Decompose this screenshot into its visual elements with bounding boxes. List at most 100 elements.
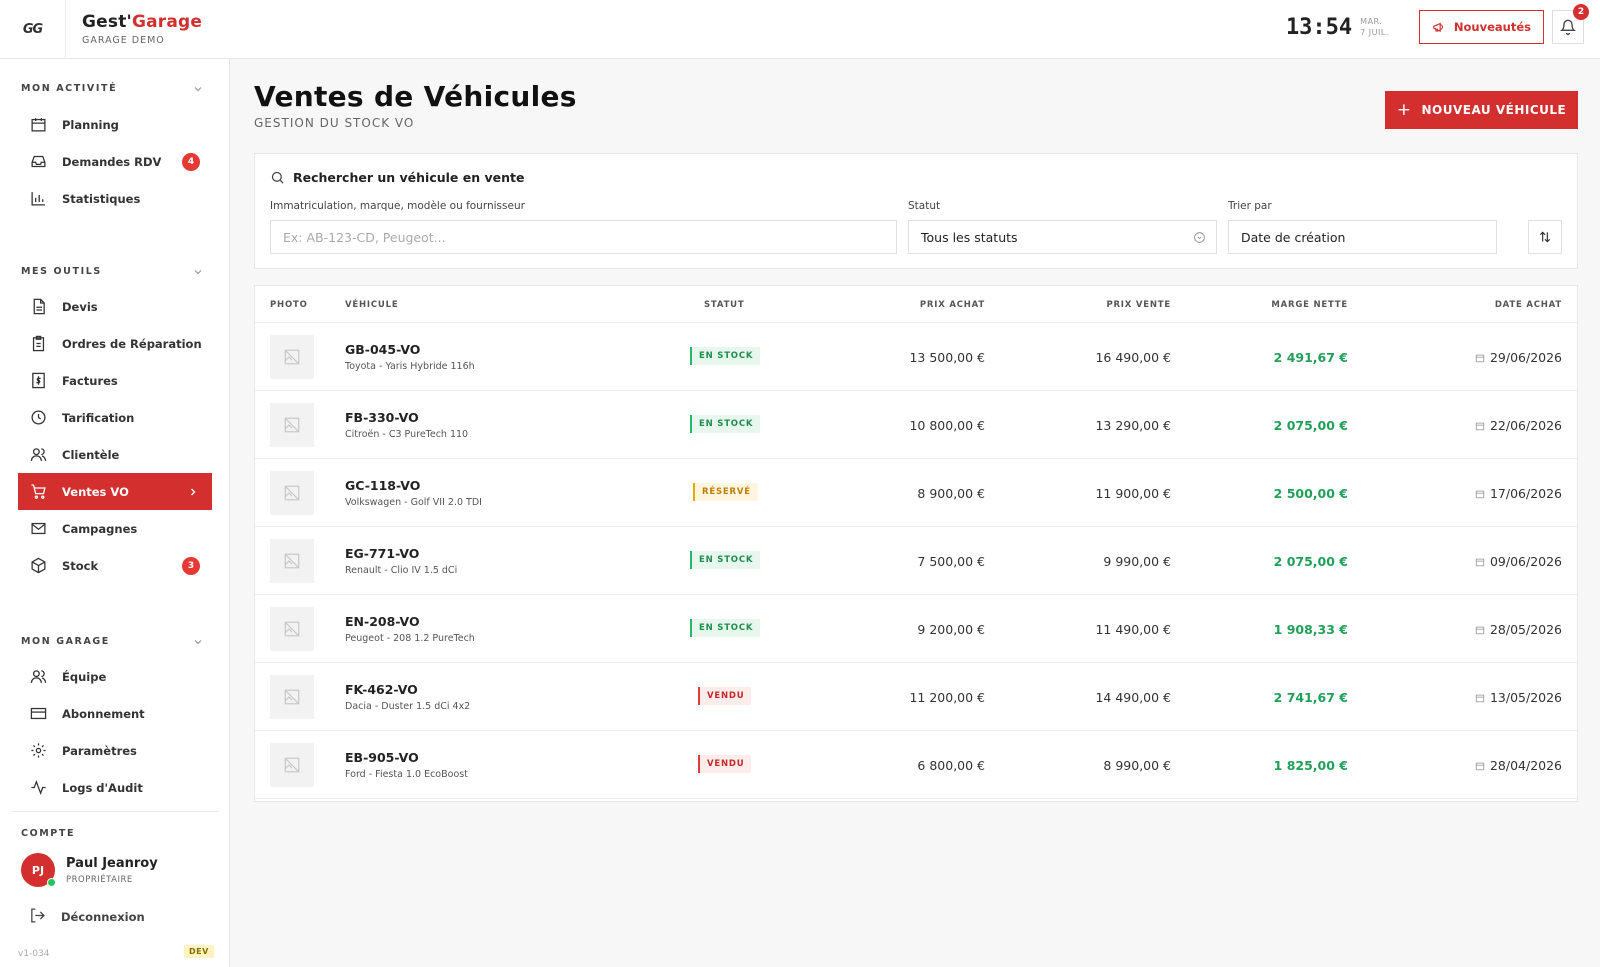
news-button-label: Nouveautés (1453, 20, 1531, 34)
sidebar-item-statistiques[interactable]: Statistiques (18, 180, 212, 217)
sidebar-item-campagnes[interactable]: Campagnes (18, 510, 212, 547)
net-margin: 2 500,00 € (1273, 486, 1348, 501)
table-row[interactable]: EB-905-VO Ford - Fiesta 1.0 EcoBoost VENDU… (255, 731, 1577, 799)
news-button[interactable]: Nouveautés (1418, 10, 1544, 44)
table-row[interactable]: EN-208-VO Peugeot - 208 1.2 PureTech EN ST… (255, 595, 1577, 663)
column-header-vehicle[interactable]: VÉHICULE (345, 300, 398, 310)
logout-button[interactable]: Déconnexion (29, 907, 145, 927)
search-panel: Rechercher un véhicule en vente Immatric… (254, 153, 1578, 269)
clipboard-icon (29, 335, 47, 353)
image-placeholder-icon (284, 757, 300, 773)
sidebar-item-factures[interactable]: Factures (18, 362, 212, 399)
vehicle-plate[interactable]: FK-462-VO (345, 682, 418, 697)
sidebar-item-stock[interactable]: Stock 3 (18, 547, 212, 584)
sidebar-item-equipe[interactable]: Équipe (18, 658, 212, 695)
plus-icon: + (1396, 100, 1412, 120)
sidebar-item-planning[interactable]: Planning (18, 106, 212, 143)
page-subtitle: GESTION DU STOCK VO (254, 116, 415, 130)
sidebar-item-label: Ordres de Réparation (62, 336, 202, 351)
purchase-date: 28/05/2026 (1475, 622, 1562, 637)
net-margin: 2 075,00 € (1273, 554, 1348, 569)
image-placeholder-icon (284, 349, 300, 365)
vehicle-plate[interactable]: EG-771-VO (345, 546, 419, 561)
sort-select[interactable]: Date de création (1228, 220, 1497, 254)
section-title-tools: MES OUTILS (21, 266, 102, 277)
chevron-down-icon[interactable] (193, 84, 203, 94)
purchase-date: 22/06/2026 (1475, 418, 1562, 433)
sell-price: 9 990,00 € (1103, 554, 1171, 569)
notifications-button[interactable]: 2 (1552, 4, 1589, 44)
sidebar-item-ventes-vo[interactable]: Ventes VO (18, 473, 212, 510)
sidebar-item-logs[interactable]: Logs d'Audit (18, 769, 212, 806)
vehicle-photo[interactable] (270, 743, 314, 787)
vehicle-photo[interactable] (270, 335, 314, 379)
vehicle-photo[interactable] (270, 675, 314, 719)
sidebar-item-parametres[interactable]: Paramètres (18, 732, 212, 769)
table-row[interactable]: FB-330-VO Citroën - C3 PureTech 110 EN STO… (255, 391, 1577, 459)
sidebar-item-label: Tarification (62, 410, 135, 425)
date-label: 7 JUIL. (1360, 28, 1389, 37)
table-row[interactable]: FK-462-VO Dacia - Duster 1.5 dCi 4x2 VENDU… (255, 663, 1577, 731)
purchase-date-value: 22/06/2026 (1489, 418, 1562, 433)
buy-price: 8 900,00 € (917, 486, 985, 501)
sidebar-item-clientele[interactable]: Clientèle (18, 436, 212, 473)
purchase-date-value: 28/04/2026 (1489, 758, 1562, 773)
sidebar-item-label: Campagnes (62, 521, 138, 536)
column-header-margin[interactable]: MARGE NETTE (1271, 300, 1348, 310)
search-heading: Rechercher un véhicule en vente (270, 170, 524, 185)
sidebar-item-label: Planning (62, 117, 119, 132)
sidebar-item-label: Devis (62, 299, 98, 314)
sidebar-item-devis[interactable]: Devis (18, 288, 212, 325)
sort-direction-button[interactable] (1528, 220, 1562, 254)
status-select[interactable]: Tous les statuts (908, 220, 1217, 254)
table-row[interactable]: EG-771-VO Renault - Clio IV 1.5 dCi EN STO… (255, 527, 1577, 595)
table-row[interactable]: GC-118-VO Volkswagen - Golf VII 2.0 TDI RÉ… (255, 459, 1577, 527)
vehicle-plate[interactable]: EN-208-VO (345, 614, 420, 629)
avatar[interactable]: PJ (21, 853, 56, 887)
logo[interactable]: GG (0, 0, 66, 59)
vehicle-photo[interactable] (270, 403, 314, 447)
users-icon (29, 668, 47, 686)
garage-name: GARAGE DEMO (82, 35, 165, 46)
top-bar: GG Gest'Garage GARAGE DEMO 13:54 MAR. 7 … (0, 0, 1600, 59)
dollar-icon (29, 372, 47, 390)
column-header-buy-price[interactable]: PRIX ACHAT (920, 300, 985, 310)
column-header-sell-price[interactable]: PRIX VENTE (1106, 300, 1171, 310)
column-header-status[interactable]: STATUT (704, 300, 744, 310)
vehicle-photo[interactable] (270, 539, 314, 583)
day-label: MAR. (1360, 17, 1383, 26)
sidebar-item-ordres[interactable]: Ordres de Réparation (18, 325, 212, 362)
buy-price: 10 800,00 € (909, 418, 985, 433)
calendar-icon (1475, 626, 1485, 634)
chevron-down-icon[interactable] (193, 637, 203, 647)
sidebar-item-label: Abonnement (62, 706, 145, 721)
vehicle-plate[interactable]: EB-905-VO (345, 750, 419, 765)
sort-label: Trier par (1228, 200, 1272, 212)
status-badge: EN STOCK (690, 619, 761, 637)
status-badge: VENDU (698, 687, 752, 705)
card-icon (29, 705, 47, 723)
table-row[interactable]: GB-045-VO Toyota - Yaris Hybride 116h EN S… (255, 323, 1577, 391)
vehicle-photo[interactable] (270, 471, 314, 515)
page-title: Ventes de Véhicules (254, 80, 577, 113)
calendar-icon (29, 116, 47, 134)
sidebar-item-tarification[interactable]: Tarification (18, 399, 212, 436)
column-header-date[interactable]: DATE ACHAT (1495, 300, 1562, 310)
user-role: PROPRIÉTAIRE (66, 875, 133, 885)
vehicle-photo[interactable] (270, 607, 314, 651)
logout-icon (29, 907, 46, 927)
sidebar-item-demandes-rdv[interactable]: Demandes RDV 4 (18, 143, 212, 180)
search-input[interactable]: Ex: AB-123-CD, Peugeot... (270, 220, 897, 254)
bar-chart-icon (29, 190, 47, 208)
image-placeholder-icon (284, 689, 300, 705)
sidebar-item-abonnement[interactable]: Abonnement (18, 695, 212, 732)
sidebar-item-label: Clientèle (62, 447, 120, 462)
brand-name-part-a: Gest' (82, 12, 132, 32)
vehicle-plate[interactable]: GC-118-VO (345, 478, 420, 493)
new-vehicle-button[interactable]: + NOUVEAU VÉHICULE (1385, 91, 1578, 129)
chevron-down-icon[interactable] (193, 267, 203, 277)
status-badge: EN STOCK (690, 347, 761, 365)
bell-icon (1560, 19, 1576, 35)
vehicle-plate[interactable]: GB-045-VO (345, 342, 420, 357)
vehicle-plate[interactable]: FB-330-VO (345, 410, 419, 425)
